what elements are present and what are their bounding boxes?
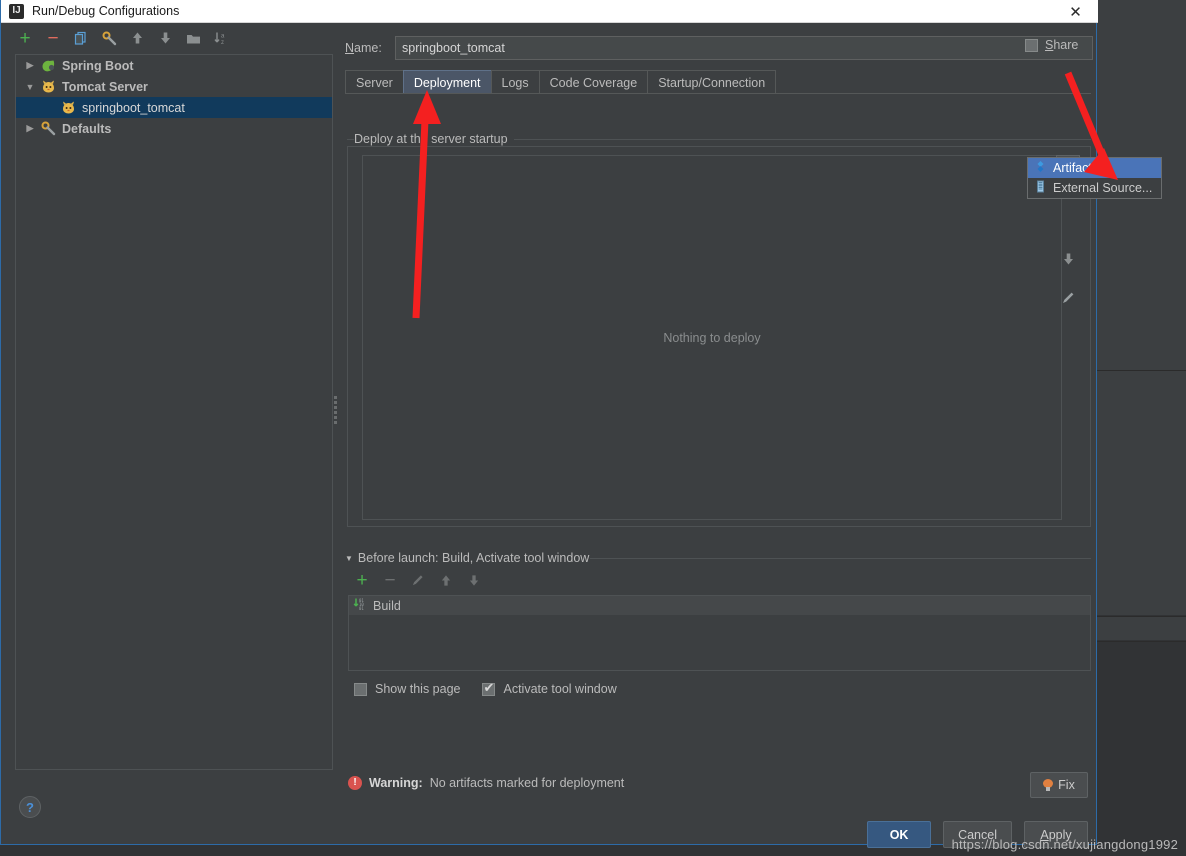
bg-divider-3 [1093,641,1186,642]
move-task-up-button[interactable] [438,572,454,588]
warning-icon: ! [348,776,362,790]
configurations-sidebar: + − az ▶ Spring Boot ▼ Tomcat Server spr… [3,24,333,776]
sort-az-icon[interactable]: az [213,30,229,46]
collapse-triangle-icon: ▼ [345,553,353,563]
tree-item-defaults[interactable]: ▶ Defaults [16,118,332,139]
add-task-button[interactable]: + [354,571,370,590]
warning-prefix: Warning: [369,776,423,790]
dialog-titlebar: IJ Run/Debug Configurations ✕ [1,0,1098,23]
help-button[interactable]: ? [19,796,41,818]
tree-item-label: Tomcat Server [62,79,148,94]
tree-item-label: Defaults [62,121,112,136]
activate-tool-window-checkbox[interactable]: Activate tool window [482,680,617,696]
run-debug-configurations-dialog: IJ Run/Debug Configurations ✕ + − a z ▶ … [0,0,1098,848]
add-artifact-menu[interactable]: Artifact... External Source... [1027,157,1162,199]
task-label: Build [373,598,401,613]
before-launch-toolbar: + − [354,571,482,590]
menu-item-label: External Source... [1053,181,1153,195]
menu-item-external-source[interactable]: External Source... [1028,178,1161,198]
deployment-area: Nothing to deploy + [347,146,1091,527]
tree-item-label: springboot_tomcat [82,100,185,115]
activate-tool-window-checkbox-box [482,680,496,696]
before-launch-task-list[interactable]: 01 10 01 Build [348,595,1091,671]
watermark: https://blog.csdn.net/xujiangdong1992 [951,837,1178,852]
before-launch-header[interactable]: ▼ Before launch: Build, Activate tool wi… [345,551,589,565]
warning-message: No artifacts marked for deployment [429,776,625,790]
build-icon: 01 10 01 [353,597,367,614]
warning-row: ! Warning: No artifacts marked for deplo… [348,776,624,790]
panel-splitter[interactable] [332,396,339,424]
fix-button[interactable]: Fix [1030,772,1088,798]
tree-item-label: Spring Boot [62,58,134,73]
move-up-button[interactable] [129,30,145,46]
wrench-icon[interactable] [101,30,117,46]
tab-server[interactable]: Server [345,70,404,94]
deployment-list[interactable]: Nothing to deploy [362,155,1062,520]
menu-item-artifact[interactable]: Artifact... [1028,158,1161,178]
tab-startup-connection[interactable]: Startup/Connection [647,70,777,94]
screen-root: IJ Run/Debug Configurations ✕ + − a z ▶ … [0,0,1186,856]
deploy-group-label: Deploy at the server startup [354,132,514,146]
move-task-down-button[interactable] [466,572,482,588]
editor-tabs[interactable]: Server Deployment Logs Code Coverage Startup… [345,70,777,94]
move-down-button[interactable] [1056,247,1080,271]
name-input[interactable] [395,36,1093,60]
menu-item-label: Artifact... [1053,161,1103,175]
tab-code-coverage[interactable]: Code Coverage [538,70,649,94]
sidebar-toolbar: + − az [3,24,333,52]
share-label: Share [1045,38,1079,52]
tree-item-springboot-tomcat[interactable]: springboot_tomcat [16,97,332,118]
folder-icon[interactable] [185,30,201,46]
dialog-title: Run/Debug Configurations [32,4,180,18]
move-down-button[interactable] [157,30,173,46]
share-checkbox-box [1025,38,1038,52]
tree-item-tomcat-server[interactable]: ▼ Tomcat Server [16,76,332,97]
expand-arrow-icon[interactable]: ▶ [24,123,36,134]
tree-item-spring-boot[interactable]: ▶ Spring Boot [16,55,332,76]
tomcat-icon [41,79,57,95]
copy-configuration-button[interactable] [73,30,89,46]
tomcat-icon [61,100,77,116]
tab-underline [345,93,1091,94]
svg-text:a: a [221,34,225,40]
intellij-idea-icon: IJ [9,3,24,19]
before-launch-separator [590,558,1091,559]
tab-logs[interactable]: Logs [490,70,540,94]
fix-button-label: Fix [1058,778,1075,792]
before-launch-title: Before launch: Build, Activate tool wind… [357,551,590,565]
expand-arrow-icon[interactable]: ▶ [24,60,36,71]
tab-deployment[interactable]: Deployment [402,70,492,94]
artifact-icon [1034,160,1047,176]
expand-arrow-icon[interactable]: ▼ [24,82,36,92]
svg-text:z: z [221,40,224,45]
spring-boot-icon [41,58,57,74]
name-row: Name: [345,36,1093,60]
show-this-page-checkbox-box [354,682,367,696]
wrench-icon [41,121,57,137]
show-this-page-checkbox[interactable]: Show this page [354,682,460,696]
edit-task-button[interactable] [410,572,426,588]
external-source-icon [1034,180,1047,196]
svg-text:01: 01 [359,606,364,611]
name-label: Name: [345,41,382,55]
bg-divider-1 [1093,370,1186,371]
configurations-tree[interactable]: ▶ Spring Boot ▼ Tomcat Server springboot_tom… [15,54,333,770]
lightbulb-icon [1043,778,1054,792]
before-launch-options: Show this page Activate tool window [354,680,617,696]
show-this-page-checkbox-label: Show this page [375,682,461,696]
edit-pencil-icon[interactable] [1056,285,1080,309]
add-configuration-button[interactable]: + [17,29,33,48]
activate-tool-window-checkbox-label: Activate tool window [503,682,617,696]
list-item[interactable]: 01 10 01 Build [349,596,1090,615]
share-checkbox[interactable]: Share [1025,38,1078,52]
remove-task-button[interactable]: − [382,571,398,590]
close-icon[interactable]: ✕ [1053,0,1098,23]
ok-button[interactable]: OK [867,821,932,848]
remove-configuration-button[interactable]: − [45,29,61,48]
bg-panel-2 [1093,617,1186,640]
bg-panel-1 [1093,0,1186,615]
configuration-editor: Name: Share ServerDeploymentLogsCode Cov… [340,24,1094,848]
nothing-to-deploy-label: Nothing to deploy [663,330,761,345]
